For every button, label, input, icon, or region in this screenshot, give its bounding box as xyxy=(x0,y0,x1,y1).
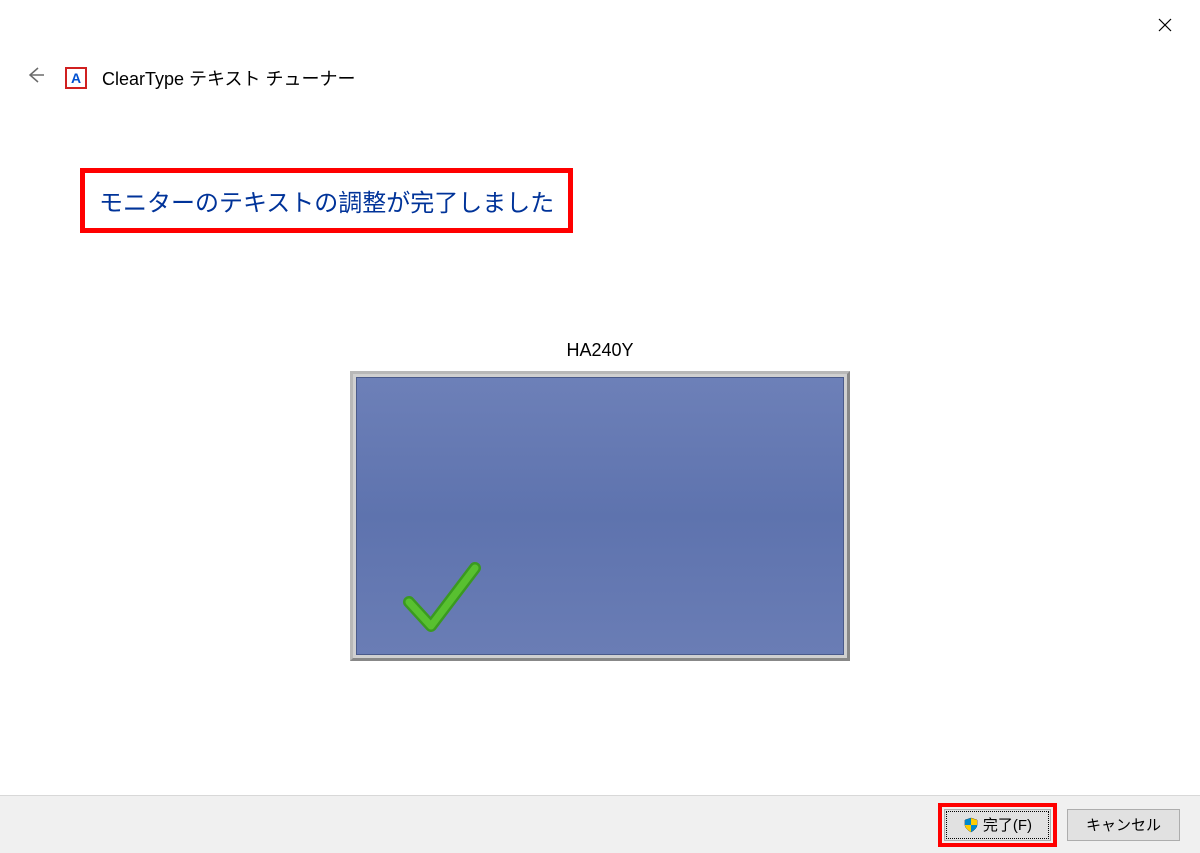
close-button[interactable] xyxy=(1150,10,1180,40)
completion-message-highlight: モニターのテキストの調整が完了しました xyxy=(80,168,573,233)
monitor-preview xyxy=(350,371,850,661)
finish-button[interactable]: 完了(F) xyxy=(944,809,1051,841)
finish-button-label: 完了(F) xyxy=(983,814,1032,835)
shield-icon xyxy=(963,817,979,833)
app-icon: A xyxy=(65,67,87,89)
checkmark-icon xyxy=(397,554,487,644)
header: A ClearType テキスト チューナー xyxy=(20,60,356,96)
cancel-button[interactable]: キャンセル xyxy=(1067,809,1180,841)
bottom-bar: 完了(F) キャンセル xyxy=(0,795,1200,853)
monitor-section: HA240Y xyxy=(350,340,850,661)
back-arrow-icon xyxy=(24,64,46,86)
monitor-screen xyxy=(356,377,844,655)
svg-text:A: A xyxy=(71,70,81,86)
finish-button-highlight: 完了(F) xyxy=(938,803,1057,847)
window-title: ClearType テキスト チューナー xyxy=(102,65,356,91)
monitor-name-label: HA240Y xyxy=(350,340,850,361)
completion-message: モニターのテキストの調整が完了しました xyxy=(99,183,554,218)
back-button[interactable] xyxy=(20,60,50,96)
close-icon xyxy=(1158,18,1172,32)
cancel-button-label: キャンセル xyxy=(1086,814,1161,835)
